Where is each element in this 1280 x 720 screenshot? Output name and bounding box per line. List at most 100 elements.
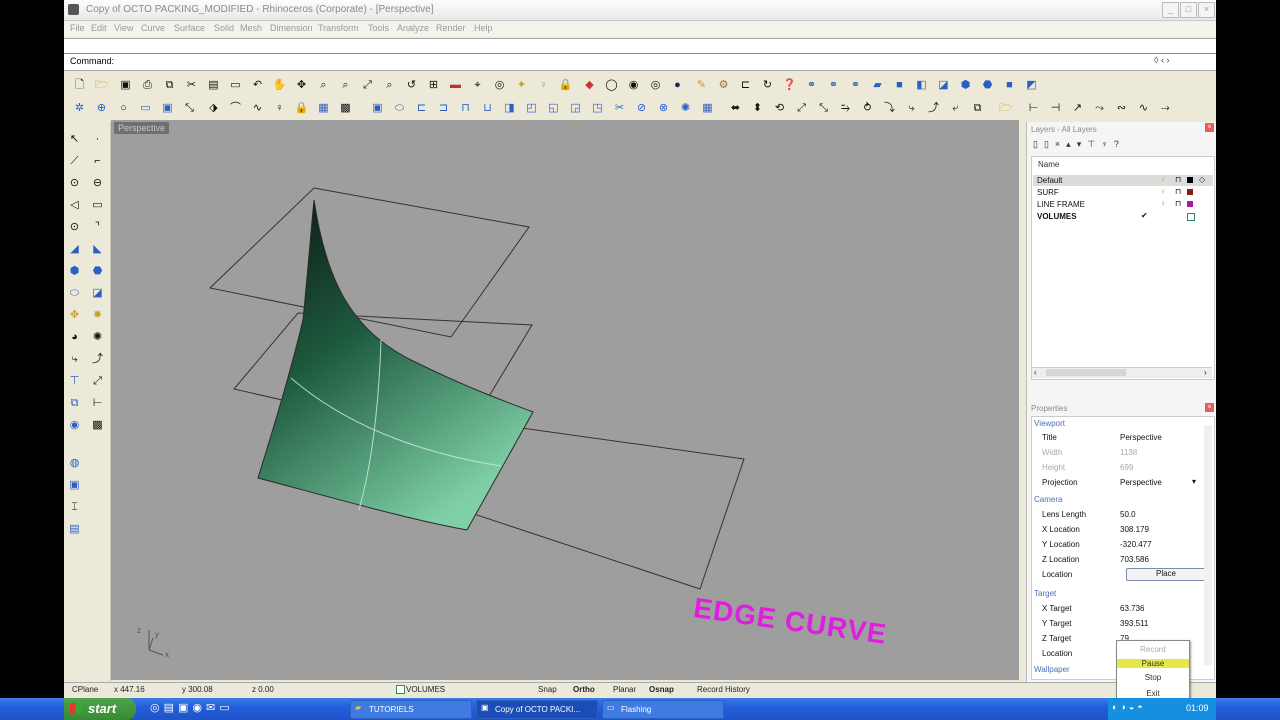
bulb-icon[interactable]: ♀ [1160, 187, 1166, 196]
lock-icon[interactable]: ⊓ [1175, 187, 1181, 196]
menu-help[interactable]: Help [474, 23, 493, 33]
menu-tools[interactable]: Tools [368, 23, 389, 33]
flow-icon[interactable]: ⥲ [838, 101, 853, 116]
explode-icon[interactable]: ✺ [678, 101, 693, 116]
network-icon[interactable]: ◨ [502, 101, 517, 116]
mirror-icon[interactable]: ⬍ [750, 101, 765, 116]
text-icon[interactable]: ⊣ [1048, 101, 1063, 116]
smash-icon[interactable]: ⤴ [926, 101, 941, 116]
extrude-icon[interactable]: ⊏ [414, 101, 429, 116]
construction-plane-icon[interactable]: ⌖ [470, 78, 485, 93]
layer-row[interactable]: LINE FRAME ♀ ⊓ [1033, 199, 1213, 210]
unroll-icon[interactable]: ⤶ [948, 101, 963, 116]
menu-transform[interactable]: Transform [318, 23, 359, 33]
explode-tool-icon[interactable]: ✺ [90, 330, 105, 345]
bulb-icon[interactable]: ♀ [1160, 199, 1166, 208]
layer-color-swatch[interactable] [1187, 201, 1193, 207]
paste-icon[interactable]: ▤ [206, 78, 221, 93]
properties-close-icon[interactable]: × [1205, 403, 1214, 412]
select-icon[interactable]: ✦ [514, 78, 529, 93]
pan-hand-icon[interactable]: ✋ [272, 78, 287, 93]
fillet-tool-icon[interactable]: ⌝ [90, 220, 105, 235]
snap-toggle[interactable]: Snap [538, 685, 557, 694]
hatch-icon[interactable]: ▩ [338, 101, 353, 116]
surface-edit-icon[interactable]: ◣ [90, 242, 105, 257]
layers-hscroll[interactable]: ‹ › [1032, 367, 1212, 378]
transform-tool-icon[interactable]: ✥ [67, 308, 82, 323]
layer-row[interactable]: VOLUMES ✔ [1033, 211, 1213, 222]
light-icon[interactable]: ✎ [694, 78, 709, 93]
properties-vscroll[interactable] [1204, 425, 1212, 665]
lock-icon[interactable]: ⊓ [1175, 175, 1181, 184]
annotation-icon[interactable]: ⤳ [1092, 101, 1107, 116]
close-button[interactable]: × [1198, 2, 1215, 18]
viewport-tool-icon[interactable]: ▤ [67, 522, 82, 537]
menu-dimension[interactable]: Dimension [270, 23, 313, 33]
point-icon[interactable]: ✲ [72, 101, 87, 116]
loft-icon[interactable]: ⊐ [436, 101, 451, 116]
menu-solid[interactable]: Solid [214, 23, 234, 33]
snap-tool-icon[interactable]: ✸ [90, 308, 105, 323]
place-button[interactable]: Place [1126, 568, 1206, 581]
tools-icon[interactable]: ♆ [1101, 139, 1114, 149]
hatch-tool-icon[interactable]: ▩ [90, 418, 105, 433]
point-tool-icon[interactable]: · [90, 132, 105, 147]
four-viewports-icon[interactable]: ⊞ [426, 78, 441, 93]
shaded-sphere-icon[interactable]: ◉ [626, 78, 641, 93]
scroll-left-icon[interactable]: ‹ [1034, 368, 1037, 377]
menu-mesh[interactable]: Mesh [240, 23, 262, 33]
boolean-union-icon[interactable]: ⚭ [804, 78, 819, 93]
sweep-icon[interactable]: ⊓ [458, 101, 473, 116]
new-file-icon[interactable]: 🗋 [72, 78, 87, 93]
render-icon[interactable]: ● [670, 78, 685, 93]
move-down-icon[interactable]: ▾ [1077, 139, 1088, 149]
cube-icon[interactable]: ▣ [370, 101, 385, 116]
undo-icon[interactable]: ↶ [250, 78, 265, 93]
solid-tool-icon[interactable]: ⬢ [67, 264, 82, 279]
revolve-icon[interactable]: ⊔ [480, 101, 495, 116]
open-folder-icon[interactable]: 🗁 [94, 78, 109, 93]
menu-analyze[interactable]: Analyze [397, 23, 429, 33]
analyze-tool-icon[interactable]: ◍ [67, 456, 82, 471]
record-item[interactable]: Record [1117, 645, 1189, 654]
select-arrow-icon[interactable]: ↖ [67, 132, 82, 147]
folder-icon[interactable]: ▤ [164, 702, 178, 714]
material-icon[interactable]: ◇ [1199, 175, 1205, 184]
planar-toggle[interactable]: Planar [613, 685, 636, 694]
exit-item[interactable]: Exit [1117, 689, 1189, 698]
cage-icon[interactable]: ⧉ [970, 101, 985, 116]
dimension-tool-icon[interactable]: ⊢ [90, 396, 105, 411]
menu-render[interactable]: Render [436, 23, 466, 33]
taper-icon[interactable]: ⤷ [904, 101, 919, 116]
polyline-icon[interactable]: ∿ [250, 101, 265, 116]
bulb-toggle-icon[interactable]: ♀ [272, 101, 287, 116]
layer-row[interactable]: SURF ♀ ⊓ [1033, 187, 1213, 198]
circle-icon[interactable]: ○ [116, 101, 131, 116]
menu-curve[interactable]: Curve [141, 23, 165, 33]
bulb-icon[interactable]: ♀ [1160, 175, 1166, 184]
render-sphere-icon[interactable]: ◎ [648, 78, 663, 93]
layer-color-swatch[interactable] [1187, 177, 1193, 183]
zoom-dynamic-icon[interactable]: ⌕ [316, 78, 331, 93]
new-sublayer-icon[interactable]: ▯ [1044, 139, 1055, 149]
bulb-icon[interactable]: ♀ [536, 78, 551, 93]
prop-x-location[interactable]: X Location 308.179 [1042, 523, 1212, 537]
array-tool-icon[interactable]: ⧉ [67, 396, 82, 411]
print-icon[interactable]: ⎙ [140, 78, 155, 93]
text-tool-icon[interactable]: ⌶ [67, 500, 82, 515]
solid-edit-icon[interactable]: ■ [1002, 78, 1017, 93]
wireframe-sphere-icon[interactable]: ◯ [604, 78, 619, 93]
layer-swatch-icon[interactable] [396, 685, 405, 694]
color-icon[interactable]: ◆ [582, 78, 597, 93]
arc-icon[interactable]: ⌒ [228, 101, 243, 116]
solid-shell-icon[interactable]: ⬢ [958, 78, 973, 93]
solid-split-icon[interactable]: ◩ [1024, 78, 1039, 93]
rotate-view-icon[interactable]: ✥ [294, 78, 309, 93]
layout-folder-icon[interactable]: 🗁 [998, 101, 1013, 116]
move-icon[interactable]: ⬗ [206, 101, 221, 116]
pause-item[interactable]: Pause [1117, 659, 1189, 668]
mesh-tool-icon[interactable]: ◕ [67, 330, 82, 345]
mail-icon[interactable]: ✉ [206, 702, 219, 714]
rotate-icon[interactable]: ⟲ [772, 101, 787, 116]
solid-box-icon[interactable]: ■ [892, 78, 907, 93]
